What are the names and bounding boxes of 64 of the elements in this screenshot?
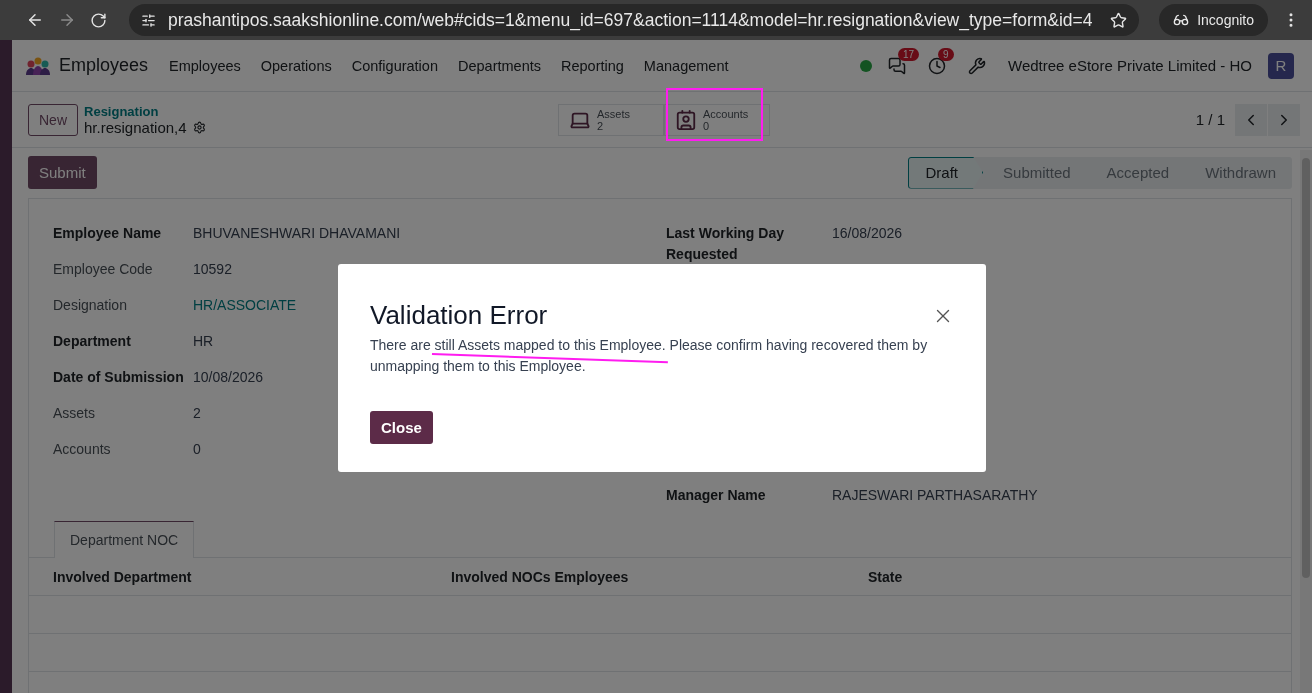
field-label: Date of Submission: [53, 368, 184, 387]
menu-item[interactable]: Departments: [457, 57, 541, 74]
status-stage[interactable]: Submitted: [983, 156, 1087, 189]
field-value: 0: [193, 440, 201, 459]
column-header[interactable]: Involved Department: [53, 568, 451, 585]
status-stage[interactable]: Withdrawn: [1185, 156, 1292, 189]
field-label: Employee Code: [53, 260, 153, 279]
notebook-tab[interactable]: Department NOC: [54, 521, 195, 558]
column-header[interactable]: State: [868, 568, 1267, 585]
app-logo-icon: [25, 56, 51, 75]
wrench-icon[interactable]: [968, 56, 986, 75]
star-icon[interactable]: [1110, 11, 1128, 29]
field-label: Department: [53, 332, 131, 351]
field-value: HR: [193, 332, 214, 351]
status-stage[interactable]: Draft: [907, 156, 984, 189]
clock-icon[interactable]: [928, 56, 946, 75]
menu-item[interactable]: Employees: [169, 57, 241, 74]
field-value: 10592: [193, 260, 232, 279]
field-label: Employee Name: [53, 224, 162, 243]
count-badge: 17: [898, 47, 920, 61]
field-value: 16/08/2026: [832, 224, 903, 243]
back-icon[interactable]: [26, 11, 44, 29]
reload-icon[interactable]: [90, 11, 107, 29]
site-settings-icon[interactable]: [141, 12, 156, 28]
field-value: 10/08/2026: [193, 368, 264, 387]
field-label: Assets: [53, 404, 95, 423]
field-link[interactable]: HR/ASSOCIATE: [193, 295, 297, 316]
field-label: Accounts: [53, 440, 111, 459]
dialog-message: There are still Assets mapped to this Employee. Please confirm having recovered them by unmapping them to this Employee.: [370, 335, 954, 377]
field-label: Designation: [53, 296, 127, 315]
forward-icon[interactable]: [58, 11, 76, 29]
settings-icon[interactable]: [192, 120, 206, 134]
new-button[interactable]: New: [28, 103, 78, 136]
field-value: RAJESWARI PARTHASARATHY: [832, 486, 1038, 505]
breadcrumb-link[interactable]: Resignation: [84, 103, 206, 119]
dialog-title: Validation Error: [370, 300, 548, 331]
field-label: Last Working Day Requested: [666, 224, 785, 264]
scrollbar[interactable]: [1300, 150, 1312, 693]
id-card-icon: [675, 108, 697, 131]
user-avatar[interactable]: R: [1268, 52, 1294, 79]
menu-item[interactable]: Management: [643, 57, 729, 74]
glasses-icon: [1173, 12, 1190, 28]
close-button[interactable]: Close: [370, 411, 433, 444]
menu-item[interactable]: Configuration: [351, 57, 438, 74]
incognito-indicator[interactable]: Incognito: [1159, 4, 1268, 36]
column-header[interactable]: Involved NOCs Employees: [451, 568, 868, 585]
menu-item[interactable]: Operations: [260, 57, 332, 74]
address-bar[interactable]: prashantipos.saakshionline.com/web#cids=1&menu_id=697&action=1114&model=hr.resignation&view_type=form&id=4: [129, 4, 1140, 36]
status-stage[interactable]: Accepted: [1086, 156, 1186, 189]
field-value: BHUVANESHWARI DHAVAMANI: [193, 224, 401, 243]
app-name[interactable]: Employees: [59, 55, 149, 76]
count-badge: 9: [938, 47, 954, 61]
menu-item[interactable]: Reporting: [561, 57, 624, 74]
record-name: hr.resignation,4: [84, 118, 187, 136]
incognito-label: Incognito: [1197, 12, 1254, 28]
submit-button[interactable]: Submit: [28, 156, 97, 189]
status-dot: [860, 59, 872, 72]
company-name[interactable]: Wedtree eStore Private Limited - HO: [1008, 57, 1252, 74]
smart-button[interactable]: Assets 2: [558, 103, 664, 136]
field-label: Manager Name: [666, 486, 766, 505]
smart-button[interactable]: Accounts 0: [664, 103, 770, 136]
field-value: 2: [193, 404, 201, 423]
pager-counter: 1 / 1: [1195, 111, 1225, 128]
messages-icon[interactable]: [888, 56, 906, 75]
